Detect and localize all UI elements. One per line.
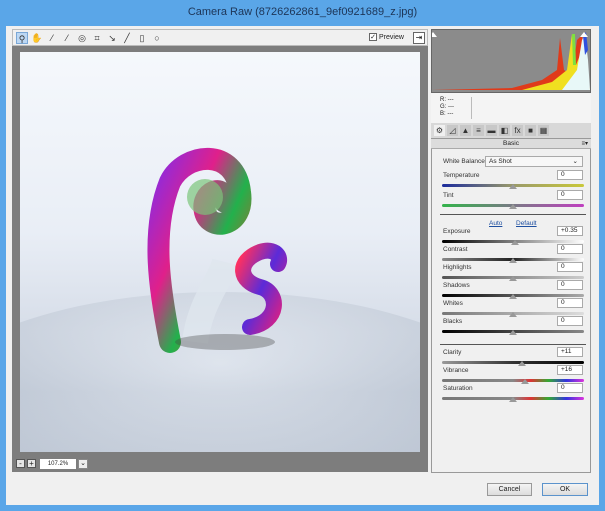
- vibrance-label: Vibrance: [443, 367, 469, 374]
- window-title: Camera Raw (8726262861_9ef0921689_z.jpg): [187, 6, 418, 18]
- contrast-slider-thumb[interactable]: [509, 258, 517, 263]
- divider: [471, 97, 472, 119]
- zoom-out-button[interactable]: -: [16, 459, 25, 468]
- crop-tool-icon[interactable]: ⌗: [91, 32, 103, 44]
- saturation-label: Saturation: [443, 385, 473, 392]
- chevron-down-icon[interactable]: ⌄: [78, 459, 88, 469]
- white-balance-select[interactable]: As Shot ⌄: [485, 156, 583, 167]
- preview-checkbox[interactable]: ✓ Preview: [369, 33, 404, 41]
- red-eye-tool-icon[interactable]: ▯: [136, 32, 148, 44]
- preview-image[interactable]: [20, 52, 420, 452]
- white-balance-tool-icon[interactable]: ⁄: [46, 32, 58, 44]
- adjustment-brush-icon[interactable]: ○: [151, 32, 163, 44]
- zoom-in-button[interactable]: +: [27, 459, 36, 468]
- r-value: R: ---: [440, 97, 454, 103]
- shadows-label: Shadows: [443, 282, 470, 289]
- divider: [440, 344, 586, 345]
- auto-link[interactable]: Auto: [489, 220, 502, 227]
- zoom-tool-icon[interactable]: ⚲: [16, 32, 28, 44]
- ok-button[interactable]: OK: [542, 483, 588, 496]
- cancel-button[interactable]: Cancel: [487, 483, 532, 496]
- panel-tab-8[interactable]: ▦: [538, 125, 549, 136]
- preview-label: Preview: [379, 33, 404, 41]
- highlights-slider-thumb[interactable]: [509, 276, 517, 281]
- contrast-input[interactable]: 0: [557, 244, 583, 254]
- blacks-label: Blacks: [443, 318, 463, 325]
- blacks-slider-thumb[interactable]: [509, 330, 517, 335]
- rgb-readout: R: --- G: --- B: ---: [431, 93, 591, 123]
- photo-art: [20, 147, 420, 452]
- shadows-slider-thumb[interactable]: [509, 294, 517, 299]
- clarity-slider[interactable]: [442, 361, 584, 364]
- blacks-input[interactable]: 0: [557, 316, 583, 326]
- exposure-slider-thumb[interactable]: [510, 240, 519, 245]
- histogram-graph: [429, 32, 590, 90]
- temperature-label: Temperature: [443, 172, 480, 179]
- shadow-clipping-icon[interactable]: [429, 32, 437, 37]
- panel-menu-icon[interactable]: ≡▾: [581, 139, 588, 149]
- highlight-clipping-icon[interactable]: [580, 32, 588, 37]
- panel-tab-3[interactable]: ≡: [473, 125, 484, 136]
- vibrance-slider-thumb[interactable]: [521, 379, 530, 384]
- vibrance-input[interactable]: +16: [557, 365, 583, 375]
- panel-tab-1[interactable]: ◿: [447, 125, 458, 136]
- whites-label: Whites: [443, 300, 463, 307]
- zoom-level-field[interactable]: 107.2%: [40, 459, 76, 469]
- panel-tab-7[interactable]: ■: [525, 125, 536, 136]
- basic-panel: White Balance: As Shot ⌄ Auto Default Tem…: [431, 149, 591, 473]
- clarity-label: Clarity: [443, 349, 462, 356]
- tint-label: Tint: [443, 192, 454, 199]
- panel-tab-5[interactable]: ◧: [499, 125, 510, 136]
- tint-input[interactable]: 0: [557, 190, 583, 200]
- saturation-slider-thumb[interactable]: [509, 397, 517, 402]
- chevron-down-icon: ⌄: [572, 158, 578, 165]
- panel-tabs: ⚙ ◿ ▲ ≡ ▬ ◧ fx ■ ▦: [431, 123, 591, 139]
- targeted-adjustment-tool-icon[interactable]: ◎: [76, 32, 88, 44]
- panel-title: Basic: [503, 140, 519, 147]
- tint-slider-thumb[interactable]: [509, 204, 517, 209]
- image-preview-frame: [12, 46, 428, 456]
- vibrance-slider[interactable]: [442, 379, 584, 382]
- shadows-input[interactable]: 0: [557, 280, 583, 290]
- temperature-slider-thumb[interactable]: [509, 184, 517, 189]
- clarity-input[interactable]: +11: [557, 347, 583, 357]
- saturation-input[interactable]: 0: [557, 383, 583, 393]
- straighten-tool-icon[interactable]: ↘: [106, 32, 118, 44]
- panel-header: Basic ≡▾: [431, 139, 591, 149]
- whites-slider-thumb[interactable]: [509, 312, 517, 317]
- exposure-label: Exposure: [443, 228, 471, 235]
- toolbar: ⚲ ✋ ⁄ ⁄ ◎ ⌗ ↘ ╱ ▯ ○ ✓ Preview ⇥: [12, 29, 428, 46]
- panel-tab-4[interactable]: ▬: [486, 125, 497, 136]
- exposure-input[interactable]: +0.35: [557, 226, 583, 236]
- clarity-slider-thumb[interactable]: [517, 361, 526, 366]
- checkmark-icon[interactable]: ✓: [369, 33, 377, 41]
- spot-removal-tool-icon[interactable]: ╱: [121, 32, 133, 44]
- white-balance-label: White Balance:: [443, 158, 487, 165]
- b-value: B: ---: [440, 111, 454, 117]
- color-sampler-tool-icon[interactable]: ⁄: [61, 32, 73, 44]
- panel-tab-0[interactable]: ⚙: [434, 125, 445, 136]
- highlights-label: Highlights: [443, 264, 472, 271]
- g-value: G: ---: [440, 104, 454, 110]
- highlights-input[interactable]: 0: [557, 262, 583, 272]
- panel-tab-6[interactable]: fx: [512, 125, 523, 136]
- panel-tab-2[interactable]: ▲: [460, 125, 471, 136]
- whites-input[interactable]: 0: [557, 298, 583, 308]
- default-link[interactable]: Default: [516, 220, 537, 227]
- fullscreen-toggle-icon[interactable]: ⇥: [413, 32, 425, 44]
- contrast-label: Contrast: [443, 246, 468, 253]
- divider: [440, 214, 586, 215]
- temperature-input[interactable]: 0: [557, 170, 583, 180]
- zoom-bar: - + 107.2% ⌄: [12, 456, 428, 472]
- hand-tool-icon[interactable]: ✋: [31, 32, 43, 44]
- white-balance-value: As Shot: [489, 158, 512, 165]
- histogram: [429, 29, 591, 93]
